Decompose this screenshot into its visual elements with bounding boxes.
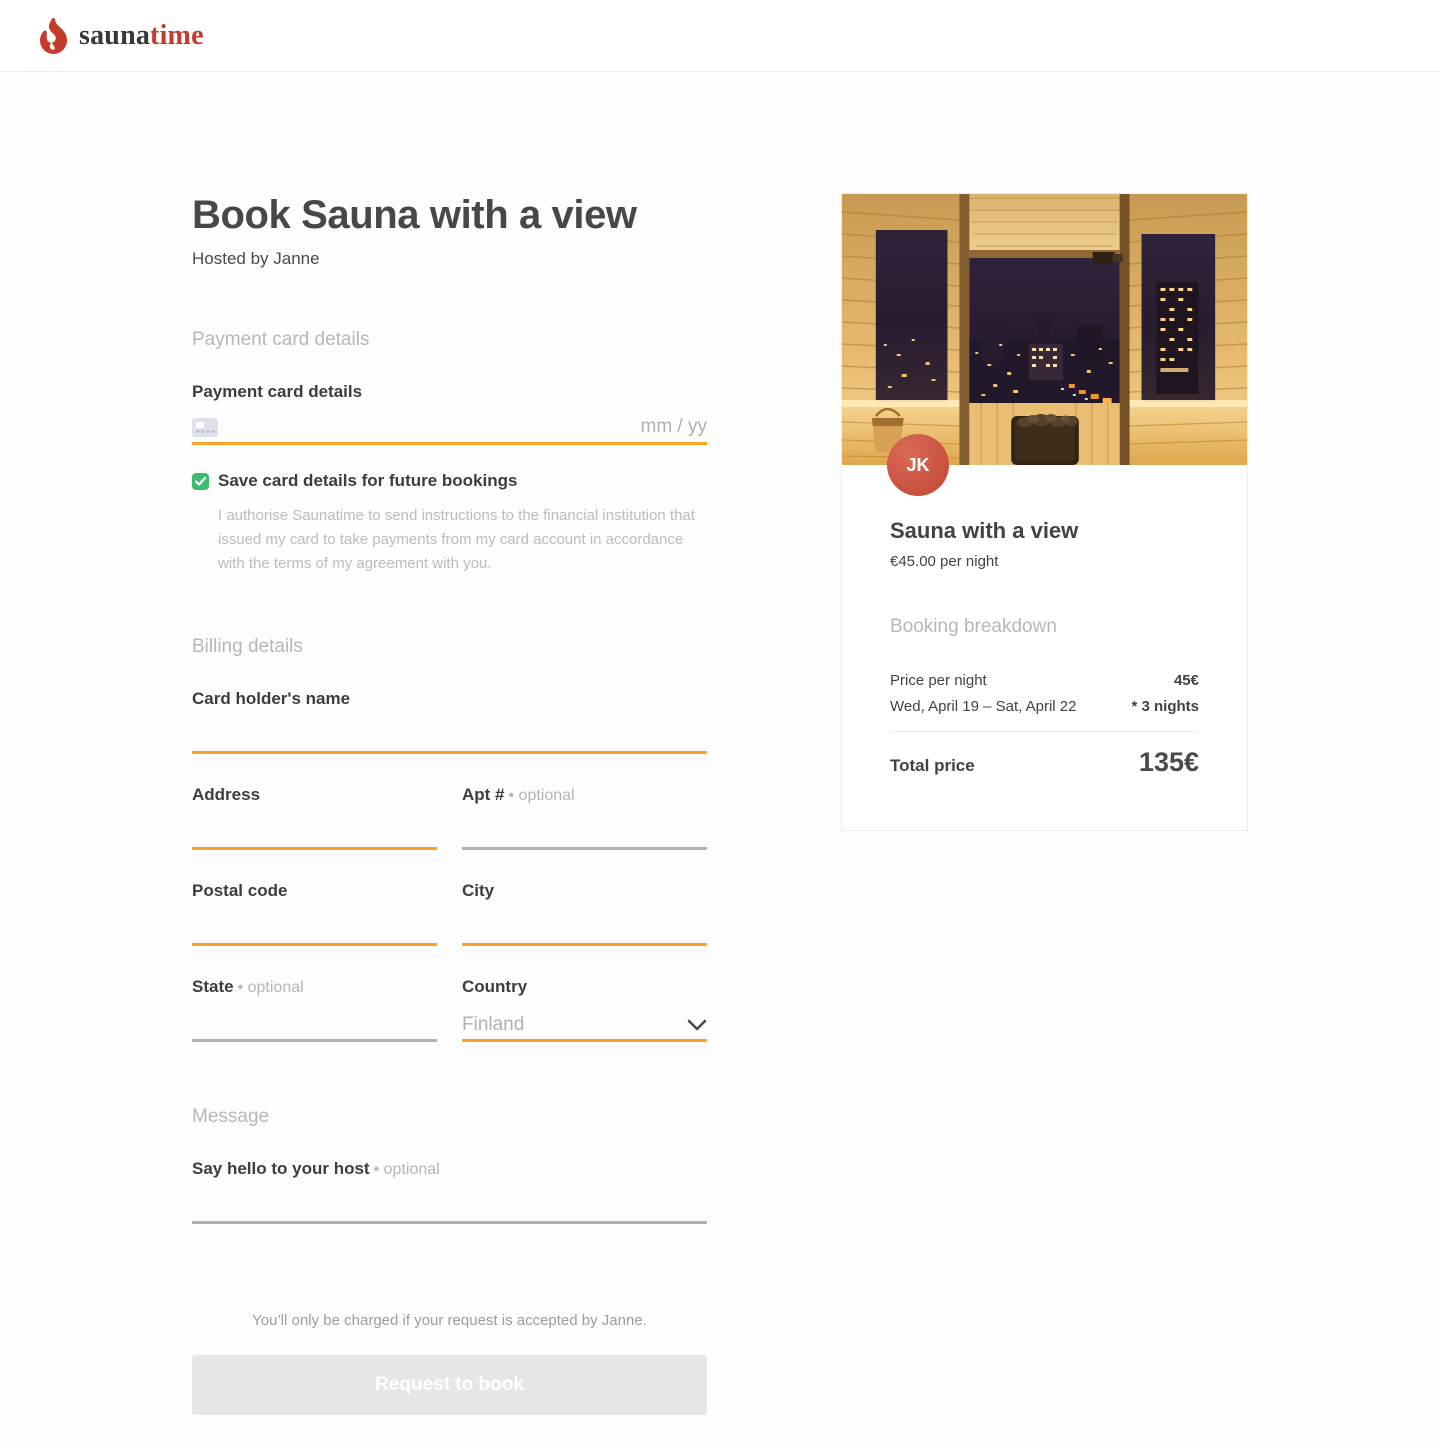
- sauna-listing-photo: [842, 194, 1247, 465]
- card-authorisation-text: I authorise Saunatime to send instructio…: [218, 507, 695, 572]
- apt-input[interactable]: [462, 847, 707, 850]
- price-per-night-label: Price per night: [890, 672, 987, 689]
- country-label: Country: [462, 977, 528, 996]
- main-content: Book Sauna with a view Hosted by Janne P…: [0, 72, 1440, 1445]
- chevron-down-icon: [687, 1019, 707, 1031]
- save-card-checkbox[interactable]: [192, 472, 209, 490]
- city-field: City: [462, 881, 707, 946]
- state-optional-tag: • optional: [237, 979, 304, 996]
- host-avatar[interactable]: JK: [887, 434, 949, 496]
- card-number-field[interactable]: [192, 412, 707, 442]
- card-expiry-input[interactable]: [627, 416, 707, 438]
- postal-code-field: Postal code: [192, 881, 437, 946]
- apt-field: Apt # • optional: [462, 785, 707, 850]
- breakdown-heading: Booking breakdown: [890, 616, 1057, 637]
- country-selected-value: Finland: [462, 1013, 525, 1035]
- postal-code-input[interactable]: [192, 943, 437, 946]
- host-message-field: Say hello to your host • optional: [192, 1159, 707, 1224]
- state-label: State: [192, 977, 234, 996]
- booking-summary-card: JK Sauna with a view €45.00 per night Bo…: [841, 193, 1248, 831]
- state-field: State • optional: [192, 977, 437, 1042]
- save-card-checkbox-row[interactable]: Save card details for future bookings: [192, 471, 707, 491]
- country-select[interactable]: Finland: [462, 1010, 707, 1039]
- hosted-by-subtitle: Hosted by Janne: [192, 249, 320, 268]
- billing-section-heading: Billing details: [192, 636, 303, 657]
- booking-dates: Wed, April 19 – Sat, April 22: [890, 698, 1077, 715]
- charge-disclaimer: You’ll only be charged if your request i…: [252, 1312, 647, 1329]
- logo-text-primary: sauna: [79, 19, 151, 51]
- card-details-label: Payment card details: [192, 382, 363, 401]
- country-field: Country Finland: [462, 977, 707, 1042]
- request-to-book-button[interactable]: Request to book: [192, 1355, 707, 1415]
- payment-section-heading: Payment card details: [192, 329, 370, 350]
- total-price-row: Total price 135€: [890, 747, 1199, 778]
- host-message-input[interactable]: [192, 1221, 707, 1224]
- listing-price-per-night: €45.00 per night: [890, 553, 999, 570]
- saunatime-logo[interactable]: saunatime: [40, 17, 204, 54]
- address-input[interactable]: [192, 847, 437, 850]
- nights-multiplier: * 3 nights: [1131, 698, 1199, 715]
- address-field: Address: [192, 785, 437, 850]
- host-message-label: Say hello to your host: [192, 1159, 370, 1178]
- credit-card-icon: [192, 417, 218, 437]
- city-input[interactable]: [462, 943, 707, 946]
- card-field-underline: [192, 442, 707, 445]
- postal-code-label: Postal code: [192, 881, 288, 900]
- flame-icon: [40, 17, 67, 54]
- country-underline: [462, 1039, 707, 1042]
- app-header: saunatime: [0, 0, 1440, 72]
- save-card-label: Save card details for future bookings: [218, 471, 518, 490]
- card-number-input[interactable]: [228, 416, 627, 438]
- apt-label: Apt #: [462, 785, 505, 804]
- price-per-night-value: 45€: [1173, 672, 1199, 689]
- city-label: City: [462, 881, 495, 900]
- total-price-value: 135€: [1138, 747, 1199, 777]
- apt-optional-tag: • optional: [508, 787, 575, 804]
- card-holder-field: Card holder's name: [192, 689, 707, 754]
- address-label: Address: [192, 785, 261, 804]
- logo-text-accent: time: [150, 19, 204, 51]
- price-per-night-row: Price per night 45€: [890, 672, 1199, 689]
- booking-form: Book Sauna with a view Hosted by Janne P…: [192, 193, 707, 1415]
- message-section-heading: Message: [192, 1106, 270, 1127]
- host-message-optional-tag: • optional: [373, 1161, 440, 1178]
- listing-title: Sauna with a view: [890, 518, 1079, 543]
- total-price-label: Total price: [890, 756, 975, 775]
- dates-row: Wed, April 19 – Sat, April 22 * 3 nights: [890, 698, 1199, 715]
- checkmark-icon: [195, 476, 206, 486]
- state-input[interactable]: [192, 1039, 437, 1042]
- breakdown-divider: [890, 731, 1199, 732]
- logo-wordmark: saunatime: [79, 20, 204, 52]
- page-title: Book Sauna with a view: [192, 193, 637, 237]
- card-holder-label: Card holder's name: [192, 689, 351, 708]
